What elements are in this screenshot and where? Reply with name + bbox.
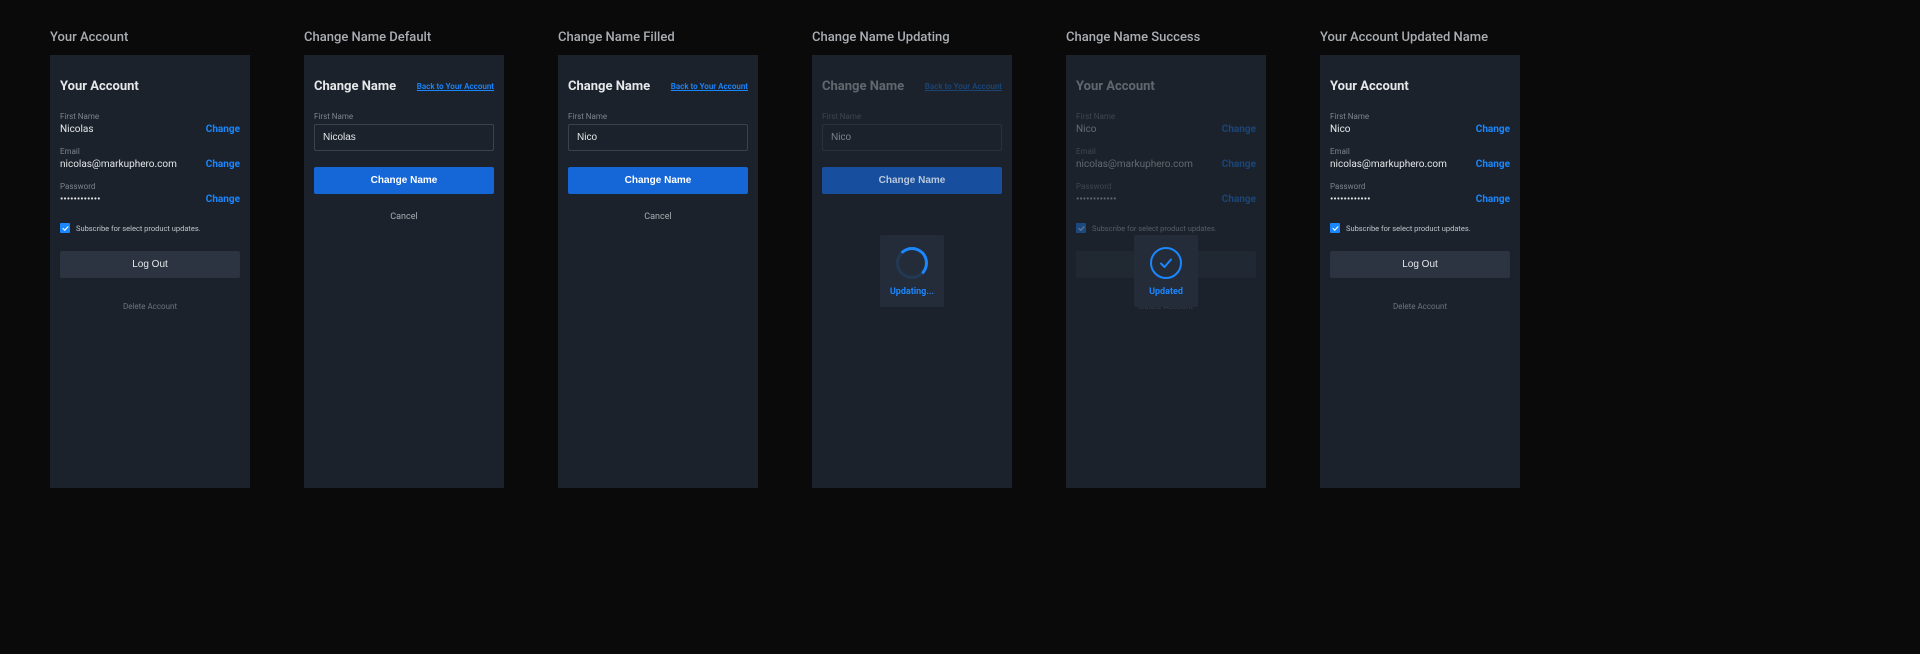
subscribe-label: Subscribe for select product updates. <box>1092 224 1217 233</box>
state-title: Your Account Updated Name <box>1320 30 1520 45</box>
cancel-link[interactable]: Cancel <box>568 212 748 222</box>
subscribe-label: Subscribe for select product updates. <box>76 224 201 233</box>
email-label: Email <box>60 147 240 156</box>
state-title: Change Name Updating <box>812 30 1012 45</box>
change-password-link[interactable]: Change <box>1476 194 1510 205</box>
subscribe-checkbox[interactable] <box>1330 223 1340 233</box>
state-title: Change Name Filled <box>558 30 758 45</box>
page-title: Your Account <box>60 79 139 94</box>
first-name-input <box>822 124 1002 151</box>
first-name-input[interactable] <box>568 124 748 151</box>
first-name-label: First Name <box>314 112 494 121</box>
spinner-icon <box>896 247 928 279</box>
change-name-card: Change Name Back to Your Account First N… <box>558 55 758 488</box>
logout-button[interactable]: Log Out <box>1330 251 1510 278</box>
page-title: Your Account <box>1076 79 1155 94</box>
account-card: Your Account First Name Nico Change Emai… <box>1320 55 1520 488</box>
change-name-button[interactable]: Change Name <box>568 167 748 194</box>
email-value: nicolas@markuphero.com <box>1076 159 1193 170</box>
password-label: Password <box>60 182 240 191</box>
subscribe-label: Subscribe for select product updates. <box>1346 224 1471 233</box>
subscribe-checkbox <box>1076 223 1086 233</box>
back-link[interactable]: Back to Your Account <box>671 82 748 91</box>
email-label: Email <box>1076 147 1256 156</box>
first-name-label: First Name <box>60 112 240 121</box>
password-value: •••••••••••• <box>1076 194 1117 205</box>
page-title: Change Name <box>314 79 396 94</box>
first-name-label: First Name <box>568 112 748 121</box>
cancel-link[interactable]: Cancel <box>314 212 494 222</box>
check-icon <box>1332 225 1339 232</box>
change-email-link: Change <box>1222 159 1256 170</box>
state-title: Change Name Default <box>304 30 504 45</box>
email-value: nicolas@markuphero.com <box>1330 159 1447 170</box>
updated-text: Updated <box>1149 287 1183 297</box>
first-name-label: First Name <box>1330 112 1510 121</box>
back-link[interactable]: Back to Your Account <box>417 82 494 91</box>
change-name-button: Change Name <box>822 167 1002 194</box>
success-overlay: Updated <box>1134 235 1198 307</box>
page-title: Your Account <box>1330 79 1409 94</box>
first-name-label: First Name <box>1076 112 1256 121</box>
password-label: Password <box>1076 182 1256 191</box>
change-name-link[interactable]: Change <box>1476 124 1510 135</box>
email-label: Email <box>1330 147 1510 156</box>
first-name-value: Nico <box>1076 124 1097 135</box>
updating-overlay: Updating... <box>880 235 944 307</box>
password-label: Password <box>1330 182 1510 191</box>
email-value: nicolas@markuphero.com <box>60 159 177 170</box>
first-name-value: Nico <box>1330 124 1351 135</box>
logout-button[interactable]: Log Out <box>60 251 240 278</box>
account-card: Your Account First Name Nicolas Change E… <box>50 55 250 488</box>
delete-account-link[interactable]: Delete Account <box>1330 302 1510 311</box>
success-check-icon <box>1150 247 1182 279</box>
change-name-link: Change <box>1222 124 1256 135</box>
change-name-card: Change Name Back to Your Account First N… <box>304 55 504 488</box>
first-name-input[interactable] <box>314 124 494 151</box>
change-password-link[interactable]: Change <box>206 194 240 205</box>
subscribe-checkbox[interactable] <box>60 223 70 233</box>
password-value: •••••••••••• <box>60 194 101 205</box>
password-value: •••••••••••• <box>1330 194 1371 205</box>
change-name-link[interactable]: Change <box>206 124 240 135</box>
change-name-card-updating: Change Name Back to Your Account First N… <box>812 55 1012 488</box>
back-link: Back to Your Account <box>925 82 1002 91</box>
first-name-value: Nicolas <box>60 124 94 135</box>
state-title: Your Account <box>50 30 250 45</box>
page-title: Change Name <box>568 79 650 94</box>
change-name-button[interactable]: Change Name <box>314 167 494 194</box>
page-title: Change Name <box>822 79 904 94</box>
updating-text: Updating... <box>890 287 934 297</box>
change-email-link[interactable]: Change <box>206 159 240 170</box>
state-title: Change Name Success <box>1066 30 1266 45</box>
delete-account-link[interactable]: Delete Account <box>60 302 240 311</box>
check-icon <box>1078 225 1085 232</box>
first-name-label: First Name <box>822 112 1002 121</box>
check-icon <box>62 225 69 232</box>
account-card-success: Your Account First Name Nico Change Emai… <box>1066 55 1266 488</box>
change-email-link[interactable]: Change <box>1476 159 1510 170</box>
change-password-link: Change <box>1222 194 1256 205</box>
